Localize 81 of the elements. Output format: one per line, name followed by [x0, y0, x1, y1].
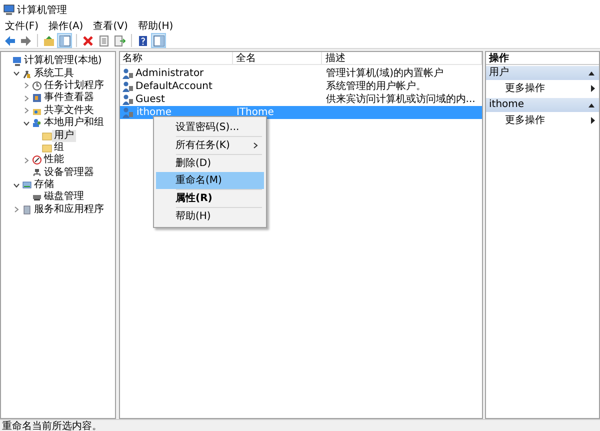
table-cell-text: 系统管理的用户帐户。: [324, 80, 427, 93]
tree-item[interactable]: 用户: [52, 130, 76, 142]
table-cell-text: Administrator: [134, 67, 205, 80]
user-icon: [122, 68, 134, 79]
menu-item[interactable]: 操作(A): [44, 20, 88, 33]
table-cell-text: DefaultAccount: [134, 80, 214, 93]
tree-item[interactable]: 计算机管理(本地): [22, 55, 104, 68]
collapse-triangle-icon: [588, 102, 595, 108]
collapse-chevron-icon[interactable]: [13, 182, 20, 189]
tree-item[interactable]: 任务计划程序: [42, 80, 106, 92]
folder-icon: [42, 142, 52, 153]
back-arrow-icon: [4, 34, 16, 46]
table-cell-text: ithome: [136, 106, 173, 119]
status-text: 重命名当前所选内容。: [2, 421, 102, 431]
menu-item[interactable]: 属性(R): [156, 190, 264, 207]
expand-chevron-icon[interactable]: [23, 156, 30, 164]
tree-item[interactable]: 服务和应用程序: [32, 204, 106, 216]
device-icon: [32, 168, 42, 178]
expand-chevron-icon[interactable]: [23, 94, 30, 102]
menu-item[interactable]: 删除(D): [156, 155, 264, 172]
forward-arrow-button[interactable]: [18, 33, 33, 48]
column-header[interactable]: 名称: [120, 52, 233, 64]
column-header[interactable]: 全名: [232, 52, 322, 64]
delete-button[interactable]: [80, 33, 95, 48]
delete-icon: [82, 34, 94, 46]
collapse-chevron-icon[interactable]: [13, 70, 20, 78]
clock-icon: [32, 80, 42, 91]
server-icon: [22, 204, 32, 215]
collapse-chevron-icon[interactable]: [23, 120, 30, 127]
folder-icon: [42, 130, 52, 141]
menu-item[interactable]: 重命名(M): [156, 172, 264, 189]
tree-item[interactable]: 本地用户和组: [42, 117, 106, 130]
tree-item[interactable]: 磁盘管理: [42, 191, 86, 204]
log-icon: [32, 93, 42, 104]
column-header[interactable]: 描述: [322, 52, 482, 64]
action-item[interactable]: 更多操作: [486, 80, 599, 97]
submenu-triangle-icon: [591, 85, 595, 92]
table-cell-text: IThome: [236, 106, 275, 119]
view-pane-button[interactable]: [151, 33, 166, 48]
menu-item[interactable]: 帮助(H): [156, 208, 264, 225]
export-button[interactable]: [112, 33, 127, 48]
expand-chevron-icon[interactable]: [23, 107, 30, 114]
tree-item[interactable]: 事件查看器: [42, 92, 96, 104]
expand-chevron-icon[interactable]: [23, 82, 30, 90]
tree-item[interactable]: 设备管理器: [42, 166, 96, 179]
action-item[interactable]: 更多操作: [486, 112, 599, 129]
table-cell-text: 管理计算机(域)的内置帐户: [324, 67, 445, 80]
submenu-triangle-icon: [591, 117, 595, 124]
tree-item[interactable]: 性能: [42, 154, 66, 166]
menu-item[interactable]: 查看(V): [88, 20, 133, 33]
tree-item[interactable]: 系统工具: [32, 68, 76, 80]
tree-item[interactable]: 存储: [32, 179, 56, 192]
section-title: ithome: [489, 98, 524, 112]
tools-icon: [22, 68, 32, 79]
forward-arrow-icon: [20, 34, 32, 46]
menu-item[interactable]: 所有任务(K): [156, 137, 264, 154]
collapse-triangle-icon: [588, 70, 595, 76]
folder-up-button[interactable]: [41, 33, 56, 48]
tree-pane-button[interactable]: [57, 33, 72, 48]
storage-icon: [22, 180, 32, 190]
submenu-chevron-icon: [252, 142, 258, 149]
window-title: 计算机管理: [17, 4, 67, 18]
properties-icon: [98, 34, 110, 46]
user-icon: [122, 107, 134, 118]
expand-chevron-icon[interactable]: [13, 206, 20, 214]
computer-icon: [12, 56, 22, 66]
section-title: 用户: [489, 66, 509, 80]
computer-icon: [2, 4, 14, 16]
users-icon: [32, 118, 42, 128]
tree-item[interactable]: 共享文件夹: [42, 104, 96, 117]
menu-item[interactable]: 帮助(H): [132, 20, 178, 33]
menu-item[interactable]: 设置密码(S)...: [156, 119, 264, 136]
table-cell-text: 供来宾访问计算机或访问域的内...: [324, 93, 476, 106]
folder-up-icon: [42, 34, 54, 46]
user-icon: [122, 81, 134, 92]
panel-title: 操作: [486, 52, 599, 65]
menu-item[interactable]: 文件(F): [0, 20, 44, 33]
table-cell-text: Guest: [134, 93, 166, 106]
export-icon: [114, 34, 126, 46]
tree-item[interactable]: 组: [52, 142, 66, 154]
user-icon: [122, 94, 134, 105]
